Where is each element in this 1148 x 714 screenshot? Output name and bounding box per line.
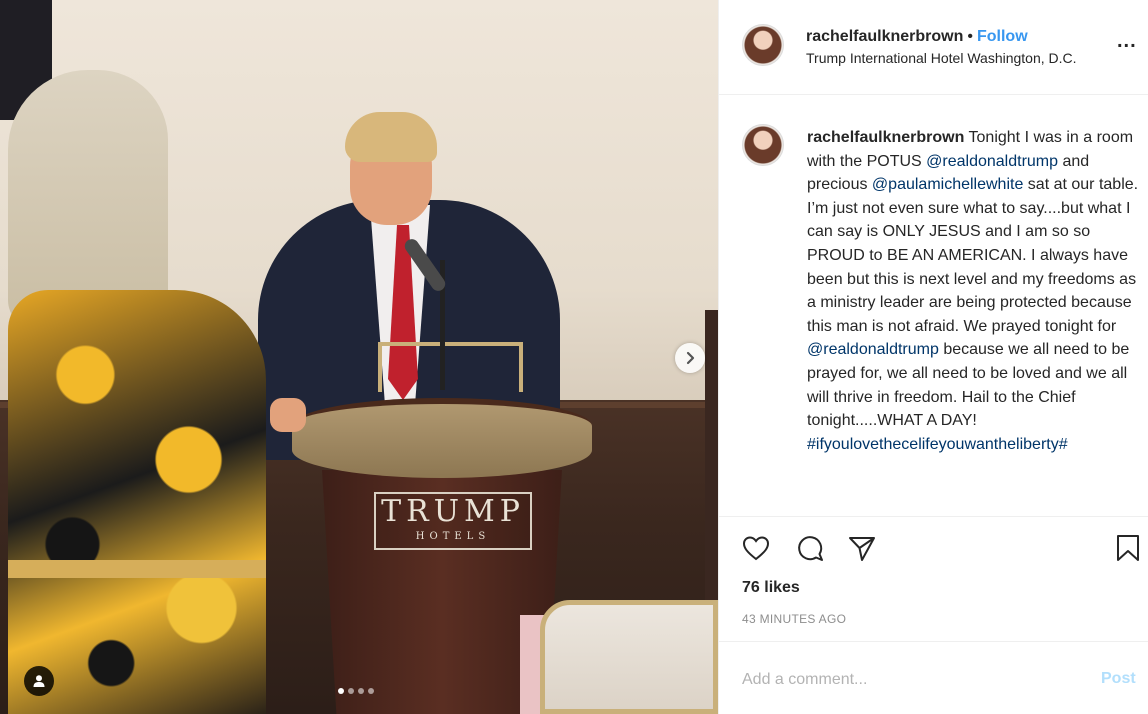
comment-input[interactable] xyxy=(742,666,1072,694)
chevron-right-icon xyxy=(686,351,695,365)
author-username[interactable]: rachelfaulknerbrown xyxy=(806,28,963,45)
user-tags-button[interactable] xyxy=(24,666,54,696)
podium-sign-title: TRUMP xyxy=(381,494,525,529)
carousel-dot xyxy=(368,688,374,694)
carousel-indicator xyxy=(338,688,374,694)
post-header: rachelfaulknerbrown • Follow Trump Interna… xyxy=(719,0,1148,95)
comment-form: Post xyxy=(719,641,1148,714)
comment-icon xyxy=(798,536,823,561)
mention-link[interactable]: @paulamichellewhite xyxy=(872,176,1023,193)
carousel-next-button[interactable] xyxy=(675,343,705,373)
heart-icon xyxy=(742,536,770,561)
hashtag-link[interactable]: #ifyoulovethecelifeyouwantheliberty# xyxy=(807,436,1068,453)
podium-sign: TRUMP HOTELS xyxy=(374,492,532,550)
carousel-dot xyxy=(348,688,354,694)
chair xyxy=(540,600,718,714)
avatar[interactable] xyxy=(742,124,784,166)
location-link[interactable]: Trump International Hotel Washington, D.… xyxy=(806,50,1077,66)
post-comment-button[interactable]: Post xyxy=(1101,670,1136,688)
podium-top xyxy=(292,398,592,478)
podium-sign-subtitle: HOTELS xyxy=(415,531,491,542)
user-tag-icon xyxy=(33,675,45,687)
caption-section: rachelfaulknerbrown Tonight I was in a r… xyxy=(719,96,1148,514)
caption-text: rachelfaulknerbrown Tonight I was in a r… xyxy=(807,126,1145,456)
share-icon xyxy=(849,537,875,561)
more-icon: ... xyxy=(1117,30,1137,52)
bookmark-icon xyxy=(1117,535,1139,561)
carousel-dot xyxy=(338,688,344,694)
post-author-line: rachelfaulknerbrown • Follow xyxy=(806,27,1028,47)
save-button[interactable] xyxy=(1113,533,1143,563)
podium-rail xyxy=(378,342,523,392)
mention-link[interactable]: @realdonaldtrump xyxy=(807,341,939,358)
post-timestamp: 43 MINUTES AGO xyxy=(742,612,847,626)
caption-body: sat at our table. I’m just not even sure… xyxy=(807,176,1139,335)
more-options-button[interactable]: ... xyxy=(1117,30,1137,53)
likes-count[interactable]: 76 likes xyxy=(742,579,800,597)
follow-button[interactable]: Follow xyxy=(977,28,1028,45)
speaker-hand xyxy=(270,398,306,432)
mention-link[interactable]: @realdonaldtrump xyxy=(926,153,1058,170)
woman-dress xyxy=(8,290,266,714)
post-photo[interactable]: TRUMP HOTELS xyxy=(0,0,718,714)
post-actions: 76 likes 43 MINUTES AGO xyxy=(719,516,1148,641)
woman-belt xyxy=(8,560,266,578)
carousel-dot xyxy=(358,688,364,694)
speaker-hair xyxy=(345,112,437,162)
like-button[interactable] xyxy=(741,533,771,563)
avatar[interactable] xyxy=(742,24,784,66)
share-button[interactable] xyxy=(847,533,877,563)
post-side-panel: rachelfaulknerbrown • Follow Trump Interna… xyxy=(718,0,1148,714)
comment-button[interactable] xyxy=(795,533,825,563)
caption-username[interactable]: rachelfaulknerbrown xyxy=(807,129,964,146)
separator-dot: • xyxy=(967,28,973,45)
